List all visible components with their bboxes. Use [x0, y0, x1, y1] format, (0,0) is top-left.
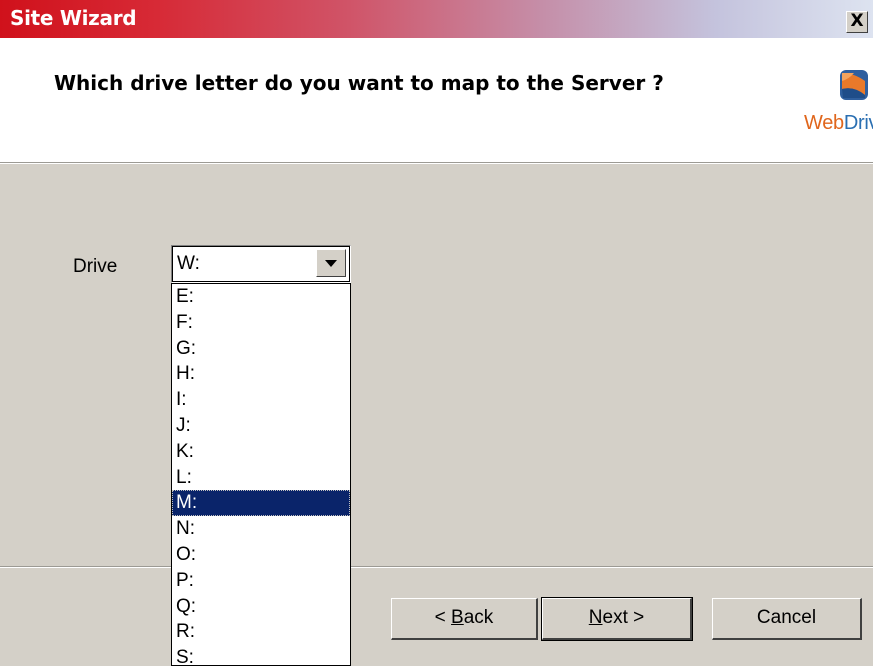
back-prefix: < — [434, 607, 452, 628]
drive-option[interactable]: M: — [172, 490, 350, 517]
drive-dropdown-list[interactable]: E: F: G: H: I: J: K: L: M: N: O: P: Q: R: S: — [171, 283, 351, 666]
drive-option[interactable]: F: — [172, 310, 350, 336]
drive-option[interactable]: I: — [172, 387, 350, 413]
logo-text-web: Web — [804, 112, 844, 134]
drive-select-value: W: — [177, 253, 200, 274]
dropdown-arrow-icon[interactable] — [316, 249, 346, 277]
drive-select[interactable]: W: — [171, 245, 351, 283]
next-button[interactable]: Next > — [541, 597, 693, 641]
next-accelerator: N — [588, 607, 603, 628]
header-divider-highlight — [0, 163, 873, 164]
back-accelerator: B — [451, 607, 464, 628]
page-question: Which drive letter do you want to map to… — [54, 71, 664, 95]
drive-option[interactable]: P: — [172, 568, 350, 594]
drive-option[interactable]: R: — [172, 619, 350, 645]
drive-option[interactable]: O: — [172, 542, 350, 568]
drive-option[interactable]: J: — [172, 413, 350, 439]
drive-option[interactable]: H: — [172, 361, 350, 387]
webdrive-logo-icon — [840, 70, 868, 100]
drive-option[interactable]: G: — [172, 336, 350, 362]
drive-option[interactable]: K: — [172, 439, 350, 465]
webdrive-logo-text: WebDrive — [804, 112, 873, 135]
footer-divider-highlight — [0, 567, 873, 568]
title-bar: Site Wizard X — [0, 0, 873, 38]
drive-option[interactable]: L: — [172, 465, 350, 491]
close-button[interactable]: X — [846, 11, 868, 33]
window-title: Site Wizard — [10, 6, 137, 30]
back-button[interactable]: < Back — [391, 598, 538, 640]
drive-option[interactable]: S: — [172, 645, 350, 665]
drive-label: Drive — [73, 256, 118, 277]
logo-text-drive: Drive — [843, 112, 873, 134]
drive-option[interactable]: Q: — [172, 594, 350, 620]
drive-option[interactable]: N: — [172, 516, 350, 542]
cancel-button[interactable]: Cancel — [712, 598, 862, 640]
back-label-rest: ack — [463, 607, 494, 628]
wizard-header — [0, 38, 873, 162]
drive-option[interactable]: E: — [172, 284, 350, 310]
next-label-rest: ext > — [602, 607, 645, 628]
